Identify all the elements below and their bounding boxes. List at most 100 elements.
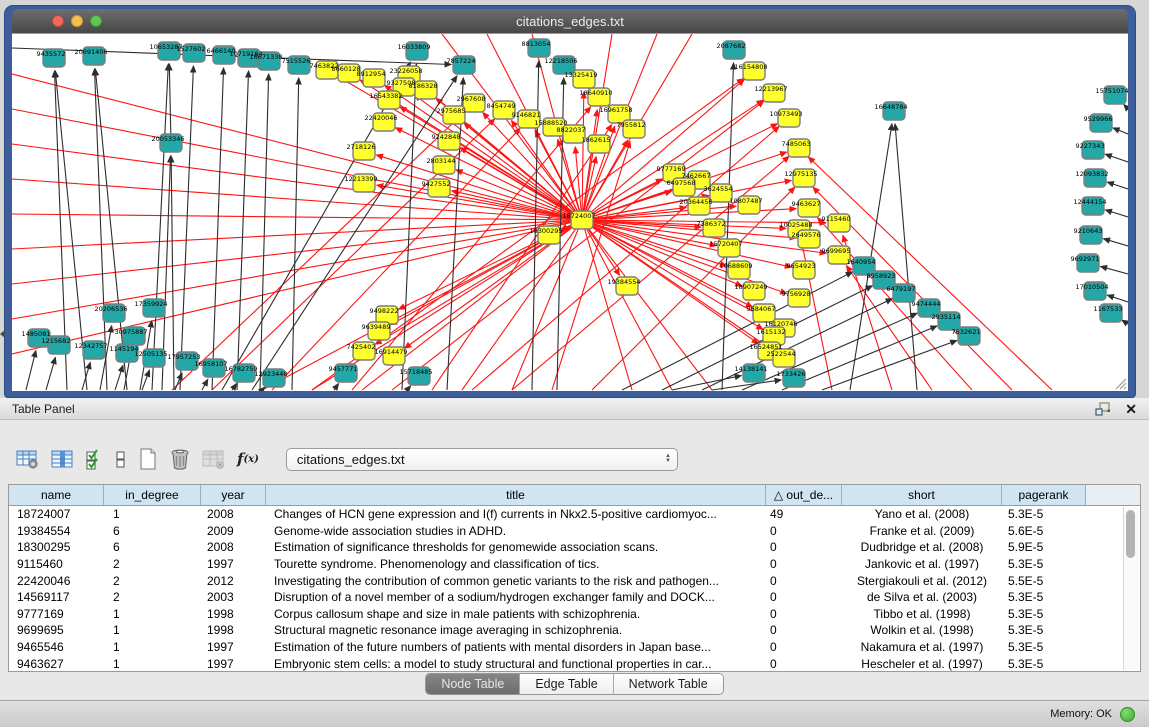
graph-edge[interactable] <box>26 351 36 390</box>
network-canvas[interactable]: 9435572206914061065328715276026466140107… <box>12 33 1128 391</box>
graph-edge[interactable] <box>1105 154 1128 162</box>
graph-edge[interactable] <box>1124 105 1128 109</box>
table-cell: 9465546 <box>9 640 104 654</box>
graph-edge[interactable] <box>212 68 224 390</box>
delete-table-icon[interactable] <box>202 449 226 470</box>
graph-edge[interactable] <box>232 384 237 390</box>
table-row[interactable]: 1872400712008Changes of HCN gene express… <box>9 506 1140 523</box>
collapse-panel-arrow-icon[interactable] <box>0 330 5 338</box>
graph-edge[interactable] <box>376 155 582 220</box>
table-cell: Estimation of the future numbers of pati… <box>266 640 766 654</box>
table-row[interactable]: 911546021997Tourette syndrome. Phenomeno… <box>9 556 1140 573</box>
network-window-titlebar[interactable]: citations_edges.txt <box>12 9 1128 33</box>
graph-edge[interactable] <box>582 220 712 390</box>
graph-node-label: 10025488 <box>779 221 812 229</box>
function-builder-icon[interactable]: f(x) <box>237 450 259 468</box>
new-column-icon[interactable] <box>138 448 158 470</box>
select-all-icon[interactable] <box>86 449 104 470</box>
graph-edge[interactable] <box>172 112 465 390</box>
column-header-out_de[interactable]: △ out_de... <box>766 485 842 505</box>
table-cell: 9699695 <box>9 623 104 637</box>
graph-edge[interactable] <box>1122 320 1128 324</box>
graph-edge[interactable] <box>180 66 193 390</box>
tab-edge-table[interactable]: Edge Table <box>520 674 613 694</box>
table-source-select[interactable]: citations_edges.txt ▲▼ <box>286 448 678 471</box>
table-row[interactable]: 946554611997Estimation of the future num… <box>9 639 1140 656</box>
table-cell: 0 <box>766 540 842 554</box>
graph-edge[interactable] <box>808 157 1052 390</box>
graph-edge[interactable] <box>1105 210 1128 217</box>
graph-node-label: 2087682 <box>717 42 746 50</box>
graph-node-label: 1615132 <box>757 328 786 336</box>
graph-edge[interactable] <box>169 64 171 143</box>
graph-edge[interactable] <box>1107 295 1128 302</box>
table-vertical-scrollbar[interactable] <box>1123 507 1139 670</box>
header-spacer <box>1086 485 1140 505</box>
graph-node-label: 30975887 <box>114 328 147 336</box>
graph-edge[interactable] <box>46 357 55 390</box>
column-header-year[interactable]: year <box>201 485 266 505</box>
show-columns-icon[interactable] <box>51 449 75 470</box>
graph-edge[interactable] <box>1103 239 1128 246</box>
graph-node-label: 23226058 <box>389 67 422 75</box>
graph-node-label: 9435572 <box>37 50 66 58</box>
graph-node-label: 1733426 <box>777 370 806 378</box>
column-header-short[interactable]: short <box>842 485 1002 505</box>
graph-edge[interactable] <box>582 92 584 220</box>
table-row[interactable]: 977716911998Corpus callosum shape and si… <box>9 606 1140 623</box>
graph-node-label: 7386372 <box>697 220 726 228</box>
table-cell: 0 <box>766 590 842 604</box>
graph-node-label: 12505135 <box>134 350 167 358</box>
network-window-title: citations_edges.txt <box>12 14 1128 29</box>
table-cell: Investigating the contribution of common… <box>266 574 766 588</box>
graph-node-label: 9210643 <box>1074 227 1103 235</box>
table-row[interactable]: 1456911722003Disruption of a novel membe… <box>9 589 1140 606</box>
network-canvas-svg[interactable]: 9435572206914061065328715276026466140107… <box>12 34 1128 391</box>
table-cell: 0 <box>766 557 842 571</box>
graph-edge[interactable] <box>1107 182 1128 189</box>
graph-edge[interactable] <box>582 220 672 390</box>
table-mode-icon[interactable] <box>16 449 40 470</box>
tab-network-table[interactable]: Network Table <box>614 674 723 694</box>
graph-node-label: 20691406 <box>74 48 107 56</box>
table-cell: 1 <box>104 657 201 671</box>
graph-edge[interactable] <box>818 218 972 390</box>
column-header-name[interactable]: name <box>9 485 104 505</box>
close-panel-icon[interactable]: ✕ <box>1125 402 1137 416</box>
graph-edge[interactable] <box>202 379 208 390</box>
graph-edge[interactable] <box>152 64 168 390</box>
table-cell: 18724007 <box>9 507 104 521</box>
graph-node-label: 2967608 <box>457 95 486 103</box>
graph-edge[interactable] <box>582 220 796 238</box>
float-panel-icon[interactable] <box>1095 402 1111 416</box>
graph-node-label: 8958923 <box>867 272 896 280</box>
graph-edge[interactable] <box>334 384 339 390</box>
graph-edge[interactable] <box>260 74 269 390</box>
canvas-resize-grip[interactable] <box>1113 376 1127 390</box>
delete-column-icon[interactable] <box>169 448 191 470</box>
graph-node-label: 9639489 <box>362 323 391 331</box>
graph-edge[interactable] <box>115 365 123 390</box>
column-header-pagerank[interactable]: pagerank <box>1002 485 1086 505</box>
scrollbar-thumb[interactable] <box>1126 510 1135 558</box>
table-row[interactable]: 1938455462009Genome-wide association stu… <box>9 523 1140 540</box>
table-row[interactable]: 969969511998Structural magnetic resonanc… <box>9 622 1140 639</box>
table-row[interactable]: 2242004622012Investigating the contribut… <box>9 572 1140 589</box>
tab-node-table[interactable]: Node Table <box>426 674 520 694</box>
table-row[interactable]: 946362711997Embryonic stem cells: a mode… <box>9 655 1140 672</box>
graph-edge[interactable] <box>1101 266 1128 274</box>
clear-selection-icon[interactable] <box>115 449 127 470</box>
graph-node-label: 12342757 <box>74 342 107 350</box>
column-header-in_degree[interactable]: in_degree <box>104 485 201 505</box>
column-header-title[interactable]: title <box>266 485 766 505</box>
graph-edge[interactable] <box>237 71 249 390</box>
table-cell: 5.3E-5 <box>1002 590 1086 604</box>
select-arrows-icon: ▲▼ <box>665 454 671 464</box>
graph-node-label: 15751074 <box>1095 87 1128 95</box>
table-row[interactable]: 1830029562008Estimation of significance … <box>9 539 1140 556</box>
graph-edge[interactable] <box>12 179 582 220</box>
graph-edge[interactable] <box>12 220 582 354</box>
graph-node-label: 20053346 <box>151 135 184 143</box>
graph-edge[interactable] <box>407 386 411 390</box>
graph-edge[interactable] <box>1113 128 1128 134</box>
